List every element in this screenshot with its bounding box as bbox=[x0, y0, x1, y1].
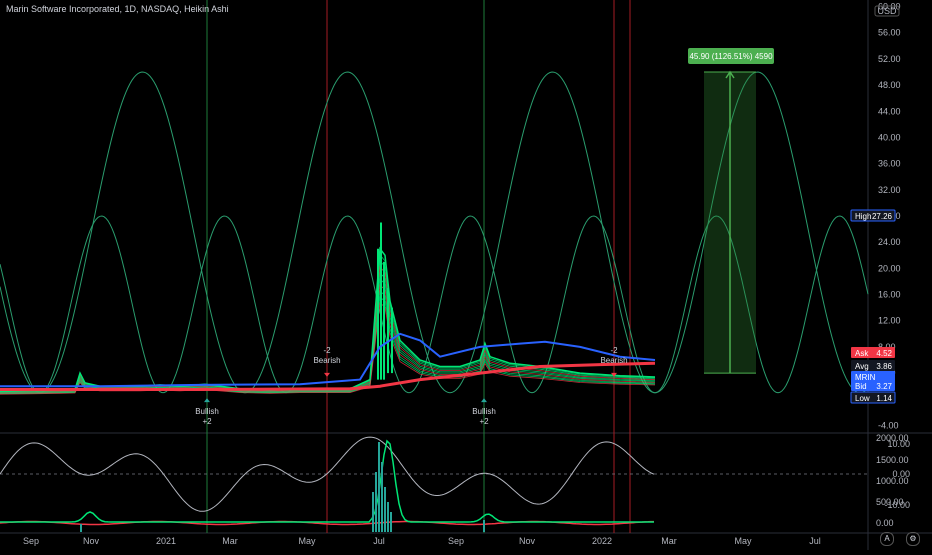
volume-bar bbox=[372, 492, 374, 532]
a-icon[interactable]: A bbox=[880, 532, 894, 546]
price-badge-label: Ask bbox=[855, 349, 869, 358]
signal-label-bottom: +2 bbox=[202, 417, 212, 426]
time-tick-label: May bbox=[298, 536, 316, 546]
signal-label-bottom: Bearish bbox=[600, 356, 627, 365]
chart-title: Marin Software Incorporated, 1D, NASDAQ,… bbox=[6, 4, 229, 14]
price-tick-label: 20.00 bbox=[878, 263, 901, 273]
time-tick-label: Jul bbox=[373, 536, 385, 546]
price-badge-value: 4.52 bbox=[876, 349, 892, 358]
price-tick-label: 56.00 bbox=[878, 28, 901, 38]
signal-label-top: -2 bbox=[323, 346, 331, 355]
signal-label-top: -2 bbox=[610, 346, 618, 355]
time-tick-label: Jul bbox=[809, 536, 821, 546]
price-badge-value: 27.26 bbox=[872, 212, 893, 221]
time-tick-label: 2022 bbox=[592, 536, 612, 546]
volume-bar bbox=[384, 487, 386, 532]
osc-left-tick: -10.00 bbox=[884, 500, 910, 510]
price-tick-label: 48.00 bbox=[878, 80, 901, 90]
price-badge-value: 1.14 bbox=[876, 394, 892, 403]
price-tick-label: -4.00 bbox=[878, 420, 899, 430]
signal-label-top: Bullish bbox=[472, 407, 496, 416]
currency-label: USD bbox=[877, 6, 897, 16]
osc-left-tick: 0.00 bbox=[892, 469, 910, 479]
time-tick-label: May bbox=[734, 536, 752, 546]
price-badge-label: Low bbox=[855, 394, 870, 403]
volume-bar bbox=[381, 462, 383, 532]
time-tick-label: Sep bbox=[23, 536, 39, 546]
signal-label-bottom: Bearish bbox=[313, 356, 340, 365]
time-tick-label: Nov bbox=[83, 536, 100, 546]
osc-right-tick: 1500.00 bbox=[876, 455, 909, 465]
price-tick-label: 24.00 bbox=[878, 237, 901, 247]
time-tick-label: Mar bbox=[661, 536, 677, 546]
price-tick-label: 52.00 bbox=[878, 54, 901, 64]
projection-label: 45.90 (1126.51%) 4590 bbox=[689, 52, 773, 61]
volume-bar bbox=[375, 472, 377, 532]
background bbox=[0, 0, 932, 550]
volume-bar bbox=[80, 524, 82, 532]
price-tick-label: 40.00 bbox=[878, 132, 901, 142]
volume-bar bbox=[378, 442, 380, 532]
time-tick-label: Nov bbox=[519, 536, 536, 546]
osc-right-tick: 0.00 bbox=[876, 518, 894, 528]
time-tick-label: Mar bbox=[222, 536, 238, 546]
volume-bar bbox=[387, 502, 389, 532]
gear-icon[interactable]: ⚙ bbox=[906, 532, 920, 546]
time-tick-label: 2021 bbox=[156, 536, 176, 546]
price-tick-label: 12.00 bbox=[878, 316, 901, 326]
price-badge-label: High bbox=[855, 212, 871, 221]
signal-label-top: Bullish bbox=[195, 407, 219, 416]
volume-bar bbox=[390, 512, 392, 532]
price-badge-value: 3.27 bbox=[876, 382, 892, 391]
chart[interactable]: 45.90 (1126.51%) 4590 Bullish +2 -2 Bearish B… bbox=[0, 0, 932, 550]
price-tick-label: 16.00 bbox=[878, 290, 901, 300]
price-badge-label: Bid bbox=[855, 382, 867, 391]
price-tick-label: 32.00 bbox=[878, 185, 901, 195]
price-tick-label: 44.00 bbox=[878, 106, 901, 116]
chart-svg: 45.90 (1126.51%) 4590Bullish+2-2BearishB… bbox=[0, 0, 932, 550]
signal-label-bottom: +2 bbox=[479, 417, 489, 426]
osc-left-tick: 10.00 bbox=[887, 439, 910, 449]
volume-bar bbox=[483, 520, 485, 532]
price-badge-value: 3.86 bbox=[876, 362, 892, 371]
time-tick-label: Sep bbox=[448, 536, 464, 546]
price-tick-label: 36.00 bbox=[878, 159, 901, 169]
price-badge-label: Avg bbox=[855, 362, 869, 371]
